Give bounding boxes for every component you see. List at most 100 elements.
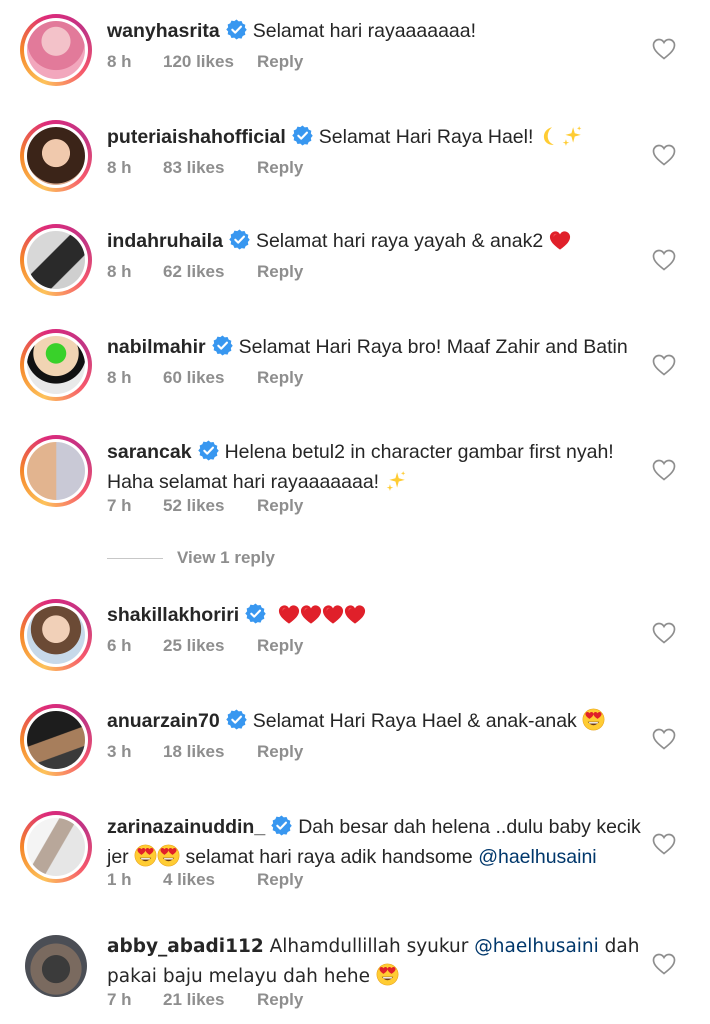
red-heart-icon (278, 604, 300, 625)
verified-badge-icon (226, 709, 247, 730)
comment-body: Dah besar dah helena ..dulu baby kecik (298, 816, 641, 838)
verified-badge-icon (212, 335, 233, 356)
comment-likes[interactable]: 18 likes (163, 742, 257, 762)
comment-time: 8 h (107, 368, 132, 387)
comment-likes[interactable]: 52 likes (163, 496, 257, 516)
comment-likes[interactable]: 60 likes (163, 368, 257, 388)
comment-text: sarancak Helena betul2 in character gamba… (107, 437, 647, 497)
red-heart-icon (549, 230, 571, 251)
comment-likes[interactable]: 21 likes (163, 990, 257, 1010)
comment-username[interactable]: wanyhasrita (107, 20, 220, 42)
comment-body-line2: jer (107, 846, 129, 868)
comment-username[interactable]: anuarzain70 (107, 710, 220, 732)
avatar[interactable] (20, 704, 92, 776)
comment-meta: 7 h 52 likes Reply (107, 496, 303, 516)
comment-likes[interactable]: 25 likes (163, 636, 257, 656)
avatar[interactable] (20, 435, 92, 507)
comment-body: Selamat Hari Raya bro! Maaf Zahir and Ba… (238, 336, 628, 358)
reply-button[interactable]: Reply (257, 636, 303, 656)
avatar[interactable] (20, 599, 92, 671)
comment-body-line2: Haha selamat hari rayaaaaaaa! (107, 471, 380, 493)
comment-time: 8 h (107, 52, 132, 71)
comment-username[interactable]: nabilmahir (107, 336, 206, 358)
verified-badge-icon (271, 815, 292, 836)
heart-outline-icon[interactable] (652, 38, 676, 60)
comment-body: Selamat hari raya yayah & anak2 (255, 230, 544, 252)
heart-outline-icon[interactable] (652, 953, 676, 975)
reply-button[interactable]: Reply (257, 742, 303, 762)
sparkles-icon (561, 125, 583, 147)
verified-badge-icon (226, 19, 247, 40)
comment-body: Selamat Hari Raya Hael & anak-anak (252, 710, 577, 732)
comment-time: 1 h (107, 870, 132, 889)
comment-meta: 8 h 60 likes Reply (107, 368, 303, 388)
reply-button[interactable]: Reply (257, 870, 303, 890)
avatar[interactable] (20, 930, 92, 1002)
comment-meta: 8 h 83 likes Reply (107, 158, 303, 178)
verified-badge-icon (229, 229, 250, 250)
avatar[interactable] (20, 329, 92, 401)
heart-eyes-icon (134, 844, 157, 867)
comment-likes[interactable]: 4 likes (163, 870, 257, 890)
comment-meta: 7 h 21 likes Reply (107, 990, 303, 1010)
red-heart-icon (322, 604, 344, 625)
comment-text: zarinazainuddin_ Dah besar dah helena ..d… (107, 812, 647, 872)
comment-likes[interactable]: 120 likes (163, 52, 257, 72)
reply-button[interactable]: Reply (257, 368, 303, 388)
comment-text: puteriaishahofficial Selamat Hari Raya Ha… (107, 122, 647, 152)
heart-outline-icon[interactable] (652, 459, 676, 481)
reply-button[interactable]: Reply (257, 52, 303, 72)
comment-body-line2: pakai baju melayu dah hehe (107, 966, 370, 987)
reply-button[interactable]: Reply (257, 158, 303, 178)
comment-username[interactable]: sarancak (107, 441, 192, 463)
reply-button[interactable]: Reply (257, 990, 303, 1010)
comment-username[interactable]: zarinazainuddin_ (107, 816, 265, 838)
comment-text: anuarzain70 Selamat Hari Raya Hael & anak… (107, 706, 647, 736)
comment-username[interactable]: abby_abadi112 (107, 936, 264, 957)
comment-meta: 8 h 62 likes Reply (107, 262, 303, 282)
crescent-moon-icon (539, 125, 561, 147)
avatar[interactable] (20, 120, 92, 192)
comment-body-after: dah (604, 936, 640, 957)
comment-body-line2b: selamat hari raya adik handsome (185, 846, 473, 868)
avatar[interactable] (20, 14, 92, 86)
comment-likes[interactable]: 83 likes (163, 158, 257, 178)
comment-username[interactable]: shakillakhoriri (107, 604, 239, 626)
comment-meta: 1 h 4 likes Reply (107, 870, 303, 890)
view-replies-label: View 1 reply (177, 548, 275, 567)
reply-button[interactable]: Reply (257, 262, 303, 282)
comment-username[interactable]: indahruhaila (107, 230, 223, 252)
comment-username[interactable]: puteriaishahofficial (107, 126, 286, 148)
sparkles-icon (385, 470, 407, 492)
comment-body: Selamat hari rayaaaaaaa! (252, 20, 477, 42)
heart-outline-icon[interactable] (652, 249, 676, 271)
verified-badge-icon (245, 603, 266, 624)
mention-link[interactable]: @haelhusaini (478, 846, 596, 868)
heart-eyes-icon (157, 844, 180, 867)
verified-badge-icon (292, 125, 313, 146)
divider (107, 557, 163, 559)
comment-meta: 8 h 120 likes Reply (107, 52, 303, 72)
comment-text: indahruhaila Selamat hari raya yayah & an… (107, 226, 647, 256)
red-heart-icon (344, 604, 366, 625)
heart-outline-icon[interactable] (652, 833, 676, 855)
comment-time: 7 h (107, 496, 132, 515)
heart-outline-icon[interactable] (652, 622, 676, 644)
comment-time: 8 h (107, 262, 132, 281)
heart-outline-icon[interactable] (652, 354, 676, 376)
heart-eyes-icon (376, 963, 399, 986)
view-replies-button[interactable]: View 1 reply (107, 548, 275, 568)
mention-link[interactable]: @haelhusaini (474, 936, 599, 957)
comment-time: 3 h (107, 742, 132, 761)
comment-text: abby_abadi112 Alhamdullillah syukur @hae… (107, 932, 647, 992)
comment-body: Helena betul2 in character gambar first … (224, 441, 614, 463)
heart-outline-icon[interactable] (652, 144, 676, 166)
comment-text: nabilmahir Selamat Hari Raya bro! Maaf Za… (107, 332, 647, 362)
comment-time: 8 h (107, 158, 132, 177)
avatar[interactable] (20, 224, 92, 296)
heart-outline-icon[interactable] (652, 728, 676, 750)
avatar[interactable] (20, 811, 92, 883)
comment-likes[interactable]: 62 likes (163, 262, 257, 282)
comment-body: Selamat Hari Raya Hael! (318, 126, 534, 148)
reply-button[interactable]: Reply (257, 496, 303, 516)
